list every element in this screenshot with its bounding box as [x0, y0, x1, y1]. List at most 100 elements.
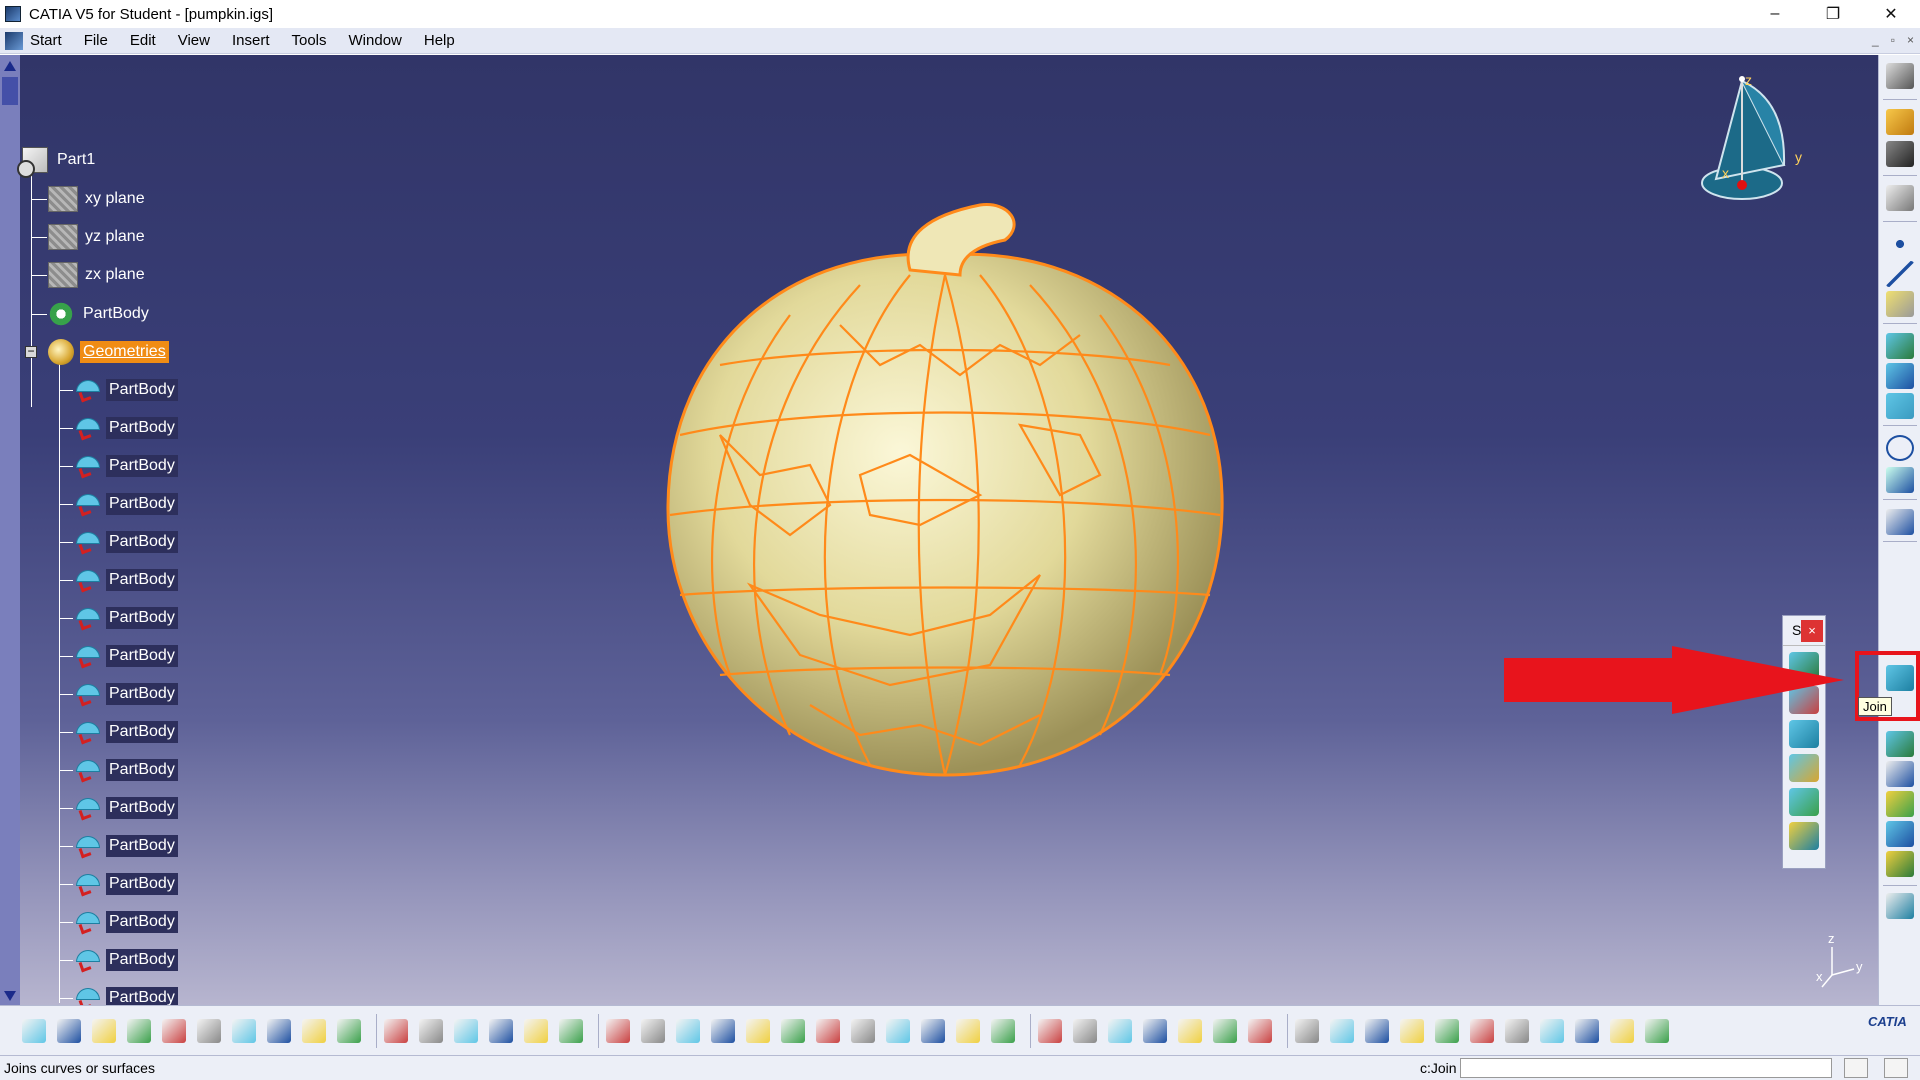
undo-icon[interactable] — [267, 1019, 291, 1043]
parallel-curve-icon[interactable] — [1886, 393, 1914, 419]
tree-node-surface[interactable]: PartBody — [74, 529, 178, 555]
workbench-icon[interactable] — [1886, 63, 1914, 89]
tree-node-surface[interactable]: PartBody — [74, 757, 178, 783]
tree-node-surface[interactable]: PartBody — [74, 567, 178, 593]
mass-icon[interactable] — [1143, 1019, 1167, 1043]
capture-icon[interactable] — [1178, 1019, 1202, 1043]
3d-viewport[interactable]: − Part1 xy plane yz plane zx plane PartB… — [0, 55, 1878, 1005]
plane-tool-icon[interactable] — [1886, 291, 1914, 317]
intersection-icon[interactable] — [1886, 363, 1914, 389]
knowledge-icon[interactable] — [419, 1019, 443, 1043]
fit-all-icon[interactable] — [641, 1019, 665, 1043]
spline-icon[interactable] — [1886, 467, 1914, 493]
doc-restore-button[interactable]: ▫ — [1891, 33, 1895, 47]
tree-scrollbar[interactable] — [0, 55, 20, 1005]
doc-minimize-button[interactable]: _ — [1872, 33, 1879, 47]
work-on-support-icon[interactable] — [1400, 1019, 1424, 1043]
tree-node-surface[interactable]: PartBody — [74, 377, 178, 403]
tree-node-zx-plane[interactable]: zx plane — [48, 262, 148, 288]
menu-help[interactable]: Help — [413, 32, 466, 49]
status-button-2[interactable] — [1884, 1058, 1908, 1078]
snap-point-icon[interactable] — [1470, 1019, 1494, 1043]
point-icon[interactable] — [1886, 231, 1914, 257]
table-icon[interactable] — [489, 1019, 513, 1043]
line-icon[interactable] — [1886, 261, 1914, 287]
tree-node-surface[interactable]: PartBody — [74, 795, 178, 821]
tree-node-surface[interactable]: PartBody — [74, 909, 178, 935]
menu-view[interactable]: View — [167, 32, 221, 49]
snap-icon[interactable] — [1886, 141, 1914, 167]
cylinder-surface-icon[interactable] — [1789, 754, 1819, 782]
power-input-field[interactable] — [1460, 1058, 1832, 1078]
tree-node-surface[interactable]: PartBody — [74, 833, 178, 859]
tree-node-surface[interactable]: PartBody — [74, 453, 178, 479]
curve-analysis-icon[interactable] — [1886, 509, 1914, 535]
formula-icon[interactable] — [384, 1019, 408, 1043]
fill-surface-icon[interactable] — [1789, 822, 1819, 850]
tree-node-part1[interactable]: Part1 — [17, 147, 98, 178]
projection-icon[interactable] — [1886, 333, 1914, 359]
split-icon[interactable] — [1886, 761, 1914, 787]
create-datum-icon[interactable] — [1505, 1019, 1529, 1043]
pan-icon[interactable] — [676, 1019, 700, 1043]
tree-node-surface[interactable]: PartBody — [74, 871, 178, 897]
quick-view-icon[interactable] — [1645, 1019, 1669, 1043]
fillet-icon[interactable] — [1886, 791, 1914, 817]
hierarchy-icon[interactable] — [1610, 1019, 1634, 1043]
new-icon[interactable] — [22, 1019, 46, 1043]
select-arrow-icon[interactable] — [1886, 109, 1914, 135]
rotate-icon[interactable] — [711, 1019, 735, 1043]
update-icon[interactable] — [1295, 1019, 1319, 1043]
pumpkin-3d-model[interactable] — [660, 175, 1230, 795]
tree-node-surface[interactable]: PartBody — [74, 947, 178, 973]
normal-view-icon[interactable] — [816, 1019, 840, 1043]
fly-mode-icon[interactable] — [606, 1019, 630, 1043]
copy-icon[interactable] — [197, 1019, 221, 1043]
zoom-out-icon[interactable] — [781, 1019, 805, 1043]
tree-icon[interactable] — [1038, 1019, 1062, 1043]
menu-edit[interactable]: Edit — [119, 32, 167, 49]
extract-icon[interactable] — [1886, 731, 1914, 757]
offset-surface-icon[interactable] — [1789, 788, 1819, 816]
sketch-icon[interactable] — [1886, 185, 1914, 211]
minimize-button[interactable]: – — [1746, 0, 1804, 28]
tree-node-surface[interactable]: PartBody — [74, 681, 178, 707]
tree-node-surface[interactable]: PartBody — [74, 985, 178, 1005]
law-icon[interactable] — [1886, 893, 1914, 919]
sphere-surface-icon[interactable] — [1789, 720, 1819, 748]
tree-node-surface[interactable]: PartBody — [74, 605, 178, 631]
catalog-icon[interactable] — [524, 1019, 548, 1043]
menu-start[interactable]: Start — [28, 32, 73, 49]
tools-palette-icon[interactable] — [1248, 1019, 1272, 1043]
redo-icon[interactable] — [302, 1019, 326, 1043]
tree-node-partbody[interactable]: PartBody — [48, 301, 152, 327]
paste-icon[interactable] — [232, 1019, 256, 1043]
tree-node-surface[interactable]: PartBody — [74, 719, 178, 745]
extrapolate-icon[interactable] — [1886, 851, 1914, 877]
tree-node-surface[interactable]: PartBody — [74, 643, 178, 669]
close-button[interactable]: ✕ — [1862, 0, 1920, 28]
scroll-down-icon[interactable] — [4, 991, 16, 1001]
restore-button[interactable]: ❐ — [1804, 0, 1862, 28]
insert-mode-icon[interactable] — [1575, 1019, 1599, 1043]
swap-visible-icon[interactable] — [991, 1019, 1015, 1043]
whats-this-icon[interactable] — [337, 1019, 361, 1043]
multi-view-icon[interactable] — [851, 1019, 875, 1043]
keep-mode-icon[interactable] — [1540, 1019, 1564, 1043]
translate-icon[interactable] — [1886, 821, 1914, 847]
iso-view-icon[interactable] — [886, 1019, 910, 1043]
menu-insert[interactable]: Insert — [221, 32, 281, 49]
hand-icon[interactable] — [1330, 1019, 1354, 1043]
menu-window[interactable]: Window — [338, 32, 413, 49]
hide-show-icon[interactable] — [956, 1019, 980, 1043]
zoom-in-icon[interactable] — [746, 1019, 770, 1043]
shading-icon[interactable] — [921, 1019, 945, 1043]
sub-toolbar-header[interactable]: S × — [1783, 616, 1825, 646]
save-icon[interactable] — [92, 1019, 116, 1043]
tree-node-xy-plane[interactable]: xy plane — [48, 186, 148, 212]
scroll-thumb[interactable] — [2, 77, 18, 105]
menu-file[interactable]: File — [73, 32, 119, 49]
grid-icon[interactable] — [1435, 1019, 1459, 1043]
menu-tools[interactable]: Tools — [280, 32, 337, 49]
measure-between-icon[interactable] — [1073, 1019, 1097, 1043]
